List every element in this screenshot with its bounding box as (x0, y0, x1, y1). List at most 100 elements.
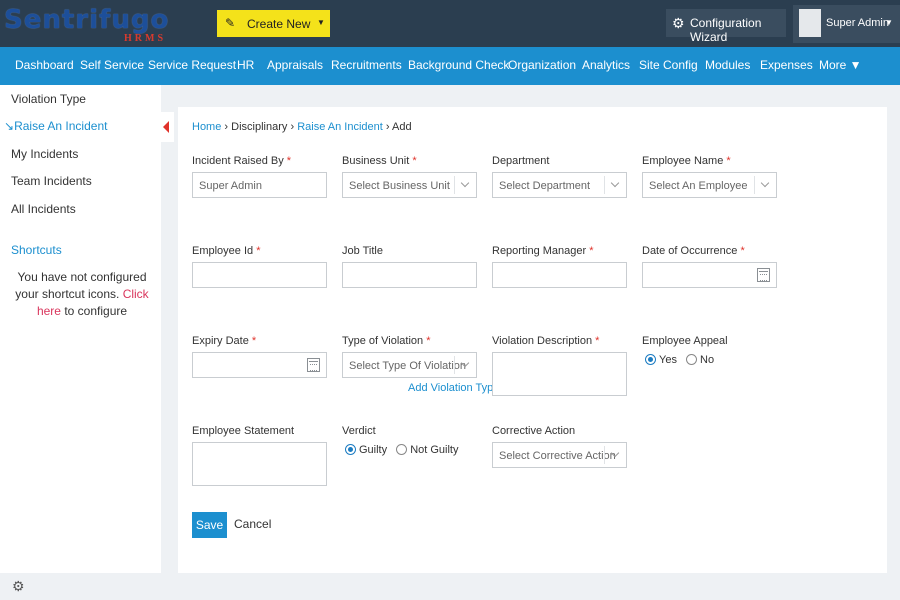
employee-name-select[interactable]: Select An Employee (642, 172, 777, 198)
gear-icon[interactable]: ⚙ (12, 578, 25, 595)
logo-brand: Sentrifugo (4, 5, 170, 35)
violation-description-textarea[interactable] (492, 352, 627, 396)
breadcrumb-add: Add (392, 121, 412, 133)
incident-raised-by-value: Super Admin (199, 180, 262, 192)
date-of-occurrence-field[interactable] (642, 262, 777, 288)
save-button[interactable]: Save (192, 512, 227, 538)
employee-id-label: Employee Id * (192, 245, 261, 257)
corrective-action-label: Corrective Action (492, 425, 576, 437)
employee-name-label: Employee Name * (642, 155, 731, 167)
create-new-button[interactable]: ✎ Create New ▼ (217, 10, 330, 37)
breadcrumb: Home › Disciplinary › Raise An Incident … (192, 121, 412, 133)
incident-raised-by-label: Incident Raised By * (192, 155, 292, 167)
shortcuts-title: Shortcuts (11, 243, 62, 257)
shortcuts-message-post: to configure (64, 304, 128, 318)
calendar-icon[interactable] (307, 358, 320, 372)
nav-service-request[interactable]: Service Request (148, 58, 236, 72)
sidebar-item-raise-an-incident[interactable]: ↘Raise An Incident (4, 119, 107, 133)
nav-dashboard[interactable]: Dashboard (15, 58, 74, 72)
nav-modules[interactable]: Modules (705, 58, 750, 72)
logo[interactable]: Sentrifugo HRMS (4, 5, 194, 45)
nav-self-service[interactable]: Self Service (80, 58, 144, 72)
caret-down-icon: ▼ (317, 18, 325, 27)
business-unit-placeholder: Select Business Unit (349, 180, 450, 192)
chevron-down-icon (604, 176, 626, 194)
department-select[interactable]: Select Department (492, 172, 627, 198)
verdict-not-guilty-radio[interactable]: Not Guilty (396, 444, 458, 456)
type-of-violation-placeholder: Select Type Of Violation (349, 360, 466, 372)
configuration-wizard-button[interactable]: ⚙ Configuration Wizard (666, 9, 786, 44)
top-bar: Sentrifugo HRMS ✎ Create New ▼ ⚙ Configu… (0, 0, 900, 47)
employee-appeal-radio-group: Yes No (645, 354, 720, 366)
reporting-manager-field[interactable] (492, 262, 627, 288)
sidebar-item-label: Raise An Incident (14, 119, 108, 133)
job-title-label: Job Title (342, 245, 383, 257)
expiry-date-label: Expiry Date * (192, 335, 257, 347)
sidebar-collapse-toggle[interactable] (161, 112, 174, 142)
type-of-violation-label: Type of Violation * (342, 335, 431, 347)
date-of-occurrence-label: Date of Occurrence * (642, 245, 745, 257)
department-placeholder: Select Department (499, 180, 591, 192)
sidebar: Violation Type ↘Raise An Incident My Inc… (0, 85, 161, 573)
employee-statement-textarea[interactable] (192, 442, 327, 486)
incident-raised-by-field[interactable]: Super Admin (192, 172, 327, 198)
nav-expenses[interactable]: Expenses (760, 58, 813, 72)
business-unit-label: Business Unit * (342, 155, 417, 167)
sidebar-item-violation-type[interactable]: Violation Type (11, 92, 86, 106)
chevron-down-icon (454, 356, 476, 374)
breadcrumb-separator: › (224, 121, 229, 133)
corrective-action-placeholder: Select Corrective Action (499, 450, 616, 462)
employee-id-field[interactable] (192, 262, 327, 288)
employee-name-placeholder: Select An Employee (649, 180, 748, 192)
nav-organization[interactable]: Organization (508, 58, 576, 72)
employee-statement-label: Employee Statement (192, 425, 295, 437)
shortcuts-message: You have not configured your shortcut ic… (8, 269, 156, 320)
breadcrumb-home[interactable]: Home (192, 121, 221, 133)
breadcrumb-separator: › (290, 121, 295, 133)
nav-more[interactable]: More ▼ (819, 58, 862, 72)
nav-analytics[interactable]: Analytics (582, 58, 630, 72)
expiry-date-field[interactable] (192, 352, 327, 378)
violation-description-label: Violation Description * (492, 335, 600, 347)
main-panel: Home › Disciplinary › Raise An Incident … (178, 107, 887, 573)
cancel-button[interactable]: Cancel (234, 517, 271, 531)
sidebar-item-my-incidents[interactable]: My Incidents (11, 147, 78, 161)
configuration-wizard-label: Configuration Wizard (690, 16, 762, 44)
footer: ⚙ (0, 573, 900, 600)
pencil-icon: ✎ (225, 16, 236, 30)
employee-appeal-label: Employee Appeal (642, 335, 728, 347)
department-label: Department (492, 155, 550, 167)
collapse-arrow-icon (163, 121, 169, 133)
breadcrumb-raise-an-incident[interactable]: Raise An Incident (297, 121, 383, 133)
chevron-down-icon (754, 176, 776, 194)
user-menu[interactable]: Super Admin ▼ (793, 5, 900, 43)
type-of-violation-select[interactable]: Select Type Of Violation (342, 352, 477, 378)
verdict-radio-group: Guilty Not Guilty (345, 444, 464, 456)
job-title-field[interactable] (342, 262, 477, 288)
sidebar-item-team-incidents[interactable]: Team Incidents (11, 174, 92, 188)
nav-hr[interactable]: HR (237, 58, 254, 72)
nav-appraisals[interactable]: Appraisals (267, 58, 323, 72)
breadcrumb-disciplinary: Disciplinary (231, 121, 288, 133)
chevron-right-icon: ↘ (4, 119, 15, 133)
employee-appeal-no-radio[interactable]: No (686, 354, 714, 366)
create-new-label: Create New (247, 17, 311, 31)
breadcrumb-separator: › (385, 121, 390, 133)
calendar-icon[interactable] (757, 268, 770, 282)
nav-site-config[interactable]: Site Config (639, 58, 698, 72)
nav-recruitments[interactable]: Recruitments (331, 58, 402, 72)
gears-icon: ⚙ (672, 15, 685, 31)
sidebar-item-all-incidents[interactable]: All Incidents (11, 202, 76, 216)
reporting-manager-label: Reporting Manager * (492, 245, 594, 257)
employee-appeal-yes-radio[interactable]: Yes (645, 354, 677, 366)
logo-sub: HRMS (124, 33, 166, 44)
corrective-action-select[interactable]: Select Corrective Action (492, 442, 627, 468)
business-unit-select[interactable]: Select Business Unit (342, 172, 477, 198)
caret-down-icon: ▼ (885, 18, 893, 27)
add-violation-type-link[interactable]: Add Violation Type (408, 382, 499, 394)
verdict-guilty-radio[interactable]: Guilty (345, 444, 387, 456)
chevron-down-icon (604, 446, 626, 464)
chevron-down-icon (454, 176, 476, 194)
user-name: Super Admin (826, 17, 889, 29)
nav-background-check[interactable]: Background Check (408, 58, 509, 72)
